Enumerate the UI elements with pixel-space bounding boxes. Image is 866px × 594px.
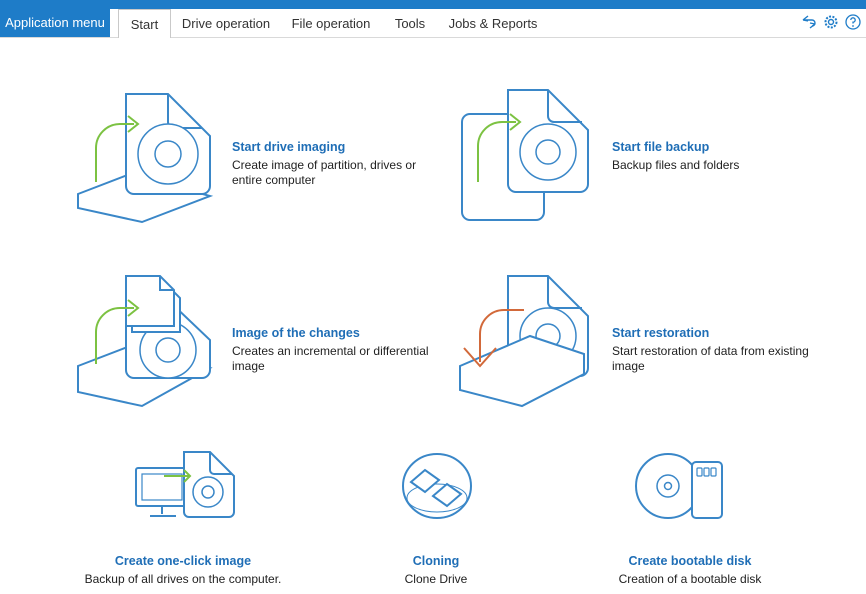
bootable-disk-title[interactable]: Create bootable disk xyxy=(600,554,780,568)
ribbon-bar: Application menu Start Drive operation F… xyxy=(0,9,866,38)
tab-drive-operation[interactable]: Drive operation xyxy=(178,9,274,37)
file-backup-title[interactable]: Start file backup xyxy=(612,140,709,154)
restoration-icon xyxy=(459,275,589,408)
drive-imaging-icon xyxy=(77,93,214,224)
cloning-desc: Clone Drive xyxy=(404,572,468,586)
tab-jobs-reports[interactable]: Jobs & Reports xyxy=(446,9,540,37)
image-changes-desc: Creates an incremental or differential i… xyxy=(232,344,429,373)
help-icon[interactable] xyxy=(844,13,862,31)
drive-imaging-desc: Create image of partition, drives or ent… xyxy=(232,158,417,187)
image-changes-title[interactable]: Image of the changes xyxy=(232,326,360,340)
cloning-title[interactable]: Cloning xyxy=(386,554,486,568)
file-backup-desc: Backup files and folders xyxy=(612,158,740,172)
file-backup-icon xyxy=(461,89,589,221)
image-changes-icon xyxy=(77,275,213,408)
title-bar-strip xyxy=(0,0,866,9)
tab-start[interactable]: Start xyxy=(118,9,171,38)
cloning-icon xyxy=(402,453,472,519)
drive-imaging-title[interactable]: Start drive imaging xyxy=(232,140,345,154)
bootable-disk-icon xyxy=(635,453,723,519)
tab-tools[interactable]: Tools xyxy=(388,9,432,37)
sync-icon[interactable] xyxy=(800,13,818,31)
one-click-image-desc: Backup of all drives on the computer. xyxy=(84,572,282,586)
gear-icon[interactable] xyxy=(822,13,840,31)
application-menu-button[interactable]: Application menu xyxy=(0,9,110,37)
restoration-desc: Start restoration of data from existing … xyxy=(612,344,809,373)
one-click-image-icon xyxy=(135,451,235,518)
one-click-image-title[interactable]: Create one-click image xyxy=(80,554,286,568)
bootable-disk-desc: Creation of a bootable disk xyxy=(618,572,762,586)
restoration-title[interactable]: Start restoration xyxy=(612,326,709,340)
tab-file-operation[interactable]: File operation xyxy=(288,9,374,37)
